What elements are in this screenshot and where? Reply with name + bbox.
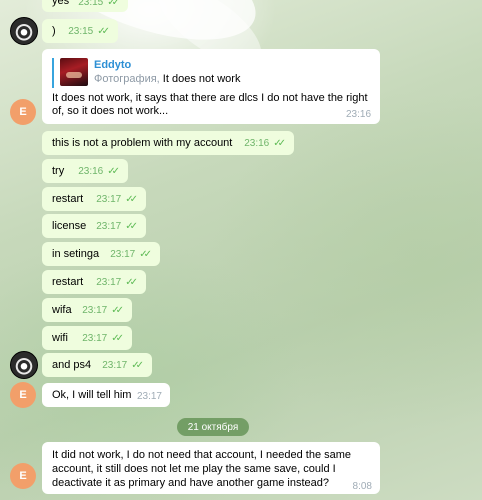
date-separator: 21 октября bbox=[177, 418, 249, 436]
message-text: restart bbox=[52, 276, 84, 288]
message-time: 23:17 bbox=[110, 249, 136, 260]
message-bubble[interactable]: wifi 23:17 ✓✓ bbox=[42, 326, 132, 350]
double-check-icon: ✓✓ bbox=[107, 166, 120, 177]
message-text: restart bbox=[52, 193, 84, 205]
user-avatar[interactable]: E bbox=[10, 99, 36, 125]
message-time: 23:17 bbox=[96, 221, 122, 232]
message-time: 23:15 bbox=[68, 26, 94, 37]
double-check-icon: ✓✓ bbox=[125, 277, 138, 288]
double-check-icon: ✓✓ bbox=[139, 249, 152, 260]
message-bubble[interactable]: ) 23:15 ✓✓ bbox=[42, 19, 118, 43]
message-text-line: It did not work, I do not need that acco… bbox=[52, 449, 352, 461]
message-text: and ps4 bbox=[52, 359, 92, 371]
double-check-icon: ✓✓ bbox=[111, 305, 124, 316]
message-text-line: account, it still does not let me play t… bbox=[52, 463, 336, 475]
message-text: Ok, I will tell him bbox=[52, 389, 132, 401]
message-text: try bbox=[52, 165, 65, 177]
message-time: 23:17 bbox=[102, 360, 128, 371]
message-text-line: It does not work, it says that there are… bbox=[52, 92, 368, 104]
message-text: license bbox=[52, 220, 87, 232]
partner-avatar[interactable] bbox=[10, 17, 38, 45]
double-check-icon: ✓✓ bbox=[125, 221, 138, 232]
message-text: ) bbox=[52, 25, 56, 37]
message-bubble[interactable]: try 23:16 ✓✓ bbox=[42, 159, 128, 183]
message-text-line: of, so it does not work... bbox=[52, 105, 169, 117]
double-check-icon: ✓✓ bbox=[97, 26, 110, 37]
message-time: 23:17 bbox=[136, 391, 162, 402]
message-time: 23:15 bbox=[78, 0, 104, 8]
double-check-icon: ✓✓ bbox=[125, 194, 138, 205]
message-time: 23:16 bbox=[78, 166, 104, 177]
message-time: 23:17 bbox=[82, 333, 108, 344]
message-time: 23:17 bbox=[82, 305, 108, 316]
message-text: wifi bbox=[52, 332, 68, 344]
reply-preview: Фотография, It does not work bbox=[94, 73, 241, 85]
double-check-icon: ✓✓ bbox=[131, 360, 144, 371]
user-avatar[interactable]: E bbox=[10, 463, 36, 489]
message-text-line: deactivate it as primary and have anothe… bbox=[52, 477, 329, 489]
chat-history[interactable]: yes 23:15 ✓✓ ) 23:15 ✓✓ Eddyto Фотография,… bbox=[0, 0, 482, 500]
partner-avatar[interactable] bbox=[10, 351, 38, 379]
message-bubble[interactable]: license 23:17 ✓✓ bbox=[42, 214, 146, 238]
message-time: 23:17 bbox=[96, 194, 122, 205]
message-time: 23:16 bbox=[346, 109, 372, 120]
double-check-icon: ✓✓ bbox=[111, 333, 124, 344]
message-bubble[interactable]: this is not a problem with my account 23… bbox=[42, 131, 294, 155]
double-check-icon: ✓✓ bbox=[273, 138, 286, 149]
message-time: 8:08 bbox=[352, 481, 372, 492]
message-text: this is not a problem with my account bbox=[52, 137, 233, 149]
message-bubble[interactable]: in setinga 23:17 ✓✓ bbox=[42, 242, 160, 266]
user-avatar[interactable]: E bbox=[10, 382, 36, 408]
message-bubble[interactable]: restart 23:17 ✓✓ bbox=[42, 270, 146, 294]
reply-author[interactable]: Eddyto bbox=[94, 59, 131, 71]
double-check-icon: ✓✓ bbox=[107, 0, 120, 8]
message-bubble[interactable]: restart 23:17 ✓✓ bbox=[42, 187, 146, 211]
message-bubble[interactable]: yes 23:15 ✓✓ bbox=[42, 0, 128, 12]
message-text: yes bbox=[52, 0, 70, 7]
message-bubble[interactable]: and ps4 23:17 ✓✓ bbox=[42, 353, 152, 377]
message-bubble[interactable]: It did not work, I do not need that acco… bbox=[42, 442, 380, 494]
reply-photo-thumbnail[interactable] bbox=[60, 58, 88, 86]
reply-bar bbox=[52, 58, 54, 88]
message-bubble[interactable]: wifa 23:17 ✓✓ bbox=[42, 298, 132, 322]
message-bubble[interactable]: Ok, I will tell him 23:17 bbox=[42, 383, 170, 407]
message-text: wifa bbox=[52, 304, 72, 316]
message-time: 23:17 bbox=[96, 277, 122, 288]
message-time: 23:16 bbox=[244, 138, 270, 149]
message-text: in setinga bbox=[52, 248, 100, 260]
